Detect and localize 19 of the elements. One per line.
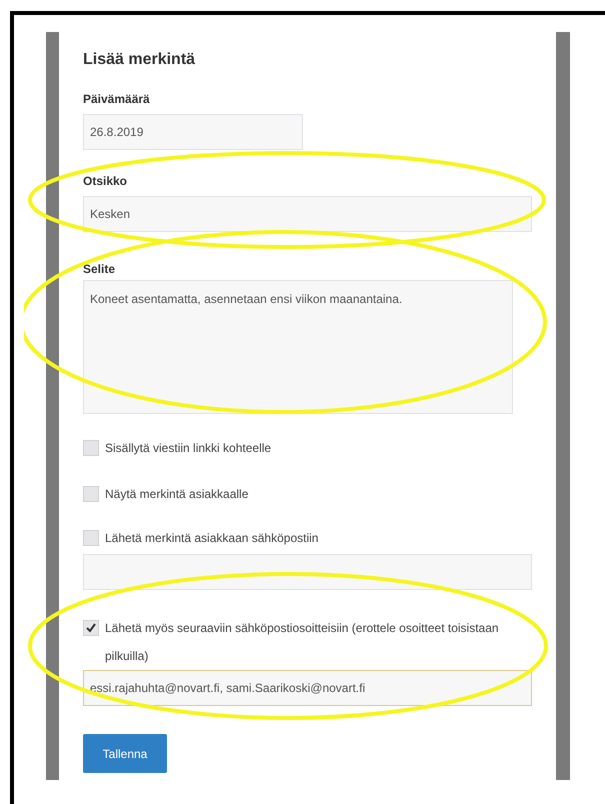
input-field[interactable]	[83, 554, 532, 590]
checkbox-label: Lähetä merkintä asiakkaan sähköpostiin	[105, 530, 318, 547]
checkbox-label: Lähetä myös seuraaviin sähköpostiosoitteisiin (erottele osoitteet toisistaan pilkuilla)	[105, 620, 500, 665]
checkbox[interactable]	[83, 486, 99, 502]
checkbox-label: Näytä merkintä asiakkaalle	[105, 486, 248, 503]
field-label: Selite	[83, 261, 116, 278]
input-field[interactable]: essi.rajahuhta@novart.fi, sami.Saarikoski@novart.fi	[83, 670, 532, 706]
form-title: Lisää merkintä	[83, 50, 196, 70]
check-icon	[85, 622, 97, 634]
input-field[interactable]: Kesken	[83, 196, 532, 232]
text-area[interactable]: Koneet asentamatta, asennetaan ensi viikon maanantaina.	[83, 280, 513, 414]
checkbox-label: Sisällytä viestiin linkki kohteelle	[105, 440, 272, 457]
checkbox[interactable]	[83, 620, 99, 636]
field-label: Otsikko	[83, 173, 128, 190]
input-field[interactable]: 26.8.2019	[83, 114, 303, 150]
checkbox[interactable]	[83, 530, 99, 546]
save-button[interactable]: Tallenna	[83, 734, 167, 773]
checkbox[interactable]	[83, 440, 99, 456]
field-label: Päivämäärä	[83, 91, 150, 108]
